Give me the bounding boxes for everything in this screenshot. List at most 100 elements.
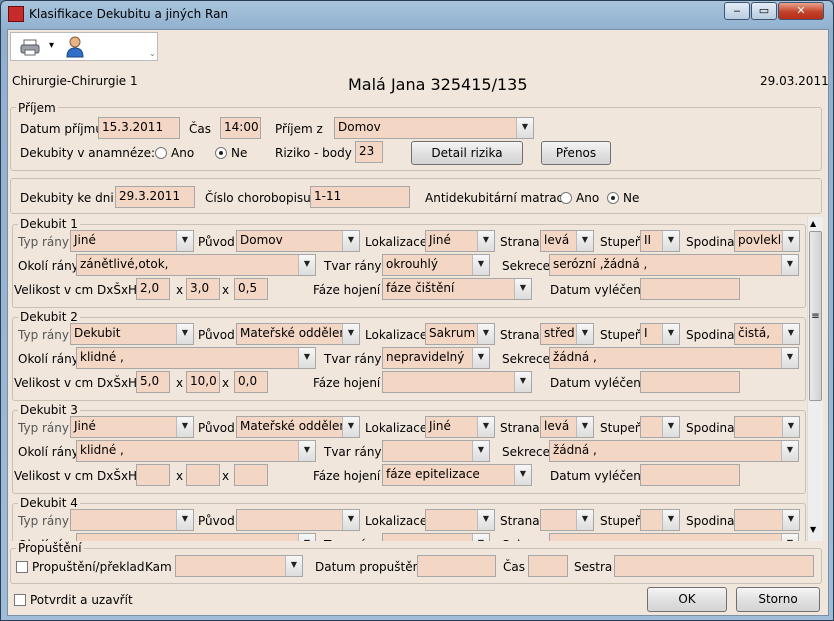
chevron-down-icon[interactable]: ▼ [342, 510, 359, 530]
printer-icon[interactable] [19, 38, 41, 56]
typ-rany-select[interactable]: Dekubit ▼ [70, 323, 194, 345]
chevron-down-icon[interactable]: ▼ [176, 324, 193, 344]
chevron-down-icon[interactable]: ▼ [285, 556, 302, 576]
spodina-select[interactable]: ▼ [734, 416, 800, 438]
chevron-down-icon[interactable]: ▼ [781, 348, 798, 368]
toolbar-overflow-icon[interactable]: ⌄ [149, 49, 156, 58]
sekrece-select[interactable]: ▼ [549, 533, 799, 541]
chorobopis-field[interactable]: 1-11 [310, 186, 410, 208]
minimize-button[interactable]: ‒ [724, 2, 750, 20]
propusteni-cas-field[interactable] [528, 555, 568, 577]
prenos-button[interactable]: Přenos [541, 141, 611, 165]
chevron-down-icon[interactable]: ▼ [298, 441, 315, 461]
ok-button[interactable]: OK [647, 587, 727, 612]
scroll-thumb[interactable]: ≡ [809, 231, 822, 401]
prijem-z-select[interactable]: Domov ▼ [334, 117, 534, 139]
riziko-field[interactable]: 23 [355, 141, 383, 163]
chevron-down-icon[interactable]: ▼ [477, 231, 494, 251]
chevron-down-icon[interactable]: ▼ [342, 231, 359, 251]
chevron-down-icon[interactable]: ▼ [514, 465, 531, 485]
chevron-down-icon[interactable]: ▼ [342, 324, 359, 344]
user-icon[interactable] [65, 36, 85, 58]
stupen-select[interactable]: ▼ [640, 416, 680, 438]
chevron-down-icon[interactable]: ▼ [576, 417, 593, 437]
sekrece-select[interactable]: žádná , ▼ [549, 440, 799, 462]
matrace-ne-radio[interactable] [607, 192, 619, 204]
chevron-down-icon[interactable]: ▼ [782, 417, 799, 437]
stupen-select[interactable]: I ▼ [640, 323, 680, 345]
sirka-field[interactable]: 3,0 [186, 278, 220, 300]
datum-vyleceni-field[interactable] [640, 278, 740, 300]
strana-select[interactable]: střed ▼ [540, 323, 594, 345]
okoli-rany-select[interactable]: klidné , ▼ [76, 440, 316, 462]
chevron-down-icon[interactable]: ▼ [472, 534, 489, 541]
title-bar[interactable]: Klasifikace Dekubitu a jiných Ran ‒ ▭ ✕ [1, 1, 833, 27]
detail-rizika-button[interactable]: Detail rizika [411, 141, 523, 165]
chevron-down-icon[interactable]: ▼ [176, 417, 193, 437]
chevron-down-icon[interactable]: ▼ [782, 324, 799, 344]
chevron-down-icon[interactable]: ▼ [472, 441, 489, 461]
puvod-select[interactable]: Mateřské oddělení ▼ [236, 323, 360, 345]
lokalizace-select[interactable]: Jiné ▼ [425, 230, 495, 252]
faze-hojeni-select[interactable]: fáze čištění ▼ [382, 278, 532, 300]
chevron-down-icon[interactable]: ▼ [514, 279, 531, 299]
wounds-scroll-area[interactable]: Dekubit 1 Typ rány Jiné ▼ Původ Domov ▼ Lokaliz… [10, 217, 828, 541]
strana-select[interactable]: levá ▼ [540, 230, 594, 252]
ke-dni-field[interactable]: 29.3.2011 [115, 186, 195, 208]
chevron-down-icon[interactable]: ▼ [514, 372, 531, 392]
chevron-down-icon[interactable]: ▼ [477, 417, 494, 437]
lokalizace-select[interactable]: Jiné ▼ [425, 416, 495, 438]
cas-field[interactable]: 14:00 [220, 117, 261, 139]
puvod-select[interactable]: Mateřské oddělení ▼ [236, 416, 360, 438]
chevron-down-icon[interactable]: ▼ [516, 118, 533, 138]
datum-prijmu-field[interactable]: 15.3.2011 [98, 117, 180, 139]
matrace-ano-radio[interactable] [560, 192, 572, 204]
chevron-down-icon[interactable]: ▼ [477, 324, 494, 344]
scroll-down-icon[interactable]: ▼ [810, 525, 816, 534]
chevron-down-icon[interactable]: ▼ [662, 231, 679, 251]
datum-vyleceni-field[interactable] [640, 464, 740, 486]
typ-rany-select[interactable]: ▼ [70, 509, 194, 531]
stupen-select[interactable]: ▼ [640, 509, 680, 531]
kam-select[interactable]: ▼ [175, 555, 303, 577]
chevron-down-icon[interactable]: ▼ [477, 510, 494, 530]
chevron-down-icon[interactable]: ▼ [662, 324, 679, 344]
strana-select[interactable]: levá ▼ [540, 416, 594, 438]
chevron-down-icon[interactable]: ▼ [472, 255, 489, 275]
chevron-down-icon[interactable]: ▼ [782, 510, 799, 530]
close-button[interactable]: ✕ [778, 2, 824, 20]
scroll-up-icon[interactable]: ▲ [810, 219, 816, 228]
sekrece-select[interactable]: serózní ,žádná , ▼ [549, 254, 799, 276]
chevron-down-icon[interactable]: ▼ [782, 231, 799, 251]
chevron-down-icon[interactable]: ▼ [662, 510, 679, 530]
chevron-down-icon[interactable]: ▼ [781, 441, 798, 461]
lokalizace-select[interactable]: Sakrum ▼ [425, 323, 495, 345]
sestra-field[interactable] [614, 555, 814, 577]
vertical-scrollbar[interactable]: ▲ ≡ ▼ [807, 217, 823, 541]
spodina-select[interactable]: povlekla ▼ [734, 230, 800, 252]
hloubka-field[interactable]: 0,5 [234, 278, 268, 300]
spodina-select[interactable]: ▼ [734, 509, 800, 531]
tvar-rany-select[interactable]: okrouhlý ▼ [382, 254, 490, 276]
datum-vyleceni-field[interactable] [640, 371, 740, 393]
okoli-rany-select[interactable]: zánětlivé,otok, ▼ [76, 254, 316, 276]
chevron-down-icon[interactable]: ▼ [176, 510, 193, 530]
chevron-down-icon[interactable]: ▼ [298, 255, 315, 275]
chevron-down-icon[interactable]: ▼ [576, 324, 593, 344]
delka-field[interactable]: 5,0 [136, 371, 170, 393]
datum-propusteni-field[interactable] [417, 555, 496, 577]
sekrece-select[interactable]: žádná , ▼ [549, 347, 799, 369]
chevron-down-icon[interactable]: ▼ [662, 417, 679, 437]
propusteni-checkbox[interactable] [16, 561, 28, 573]
typ-rany-select[interactable]: Jiné ▼ [70, 416, 194, 438]
sirka-field[interactable]: 10,0 [186, 371, 220, 393]
anamneza-ne-radio[interactable] [215, 147, 227, 159]
chevron-down-icon[interactable]: ▼ [472, 348, 489, 368]
chevron-down-icon[interactable]: ▼ [176, 231, 193, 251]
okoli-rany-select[interactable]: klidné , ▼ [76, 347, 316, 369]
lokalizace-select[interactable]: ▼ [425, 509, 495, 531]
hloubka-field[interactable]: 0,0 [234, 371, 268, 393]
storno-button[interactable]: Storno [736, 587, 820, 612]
okoli-rany-select[interactable]: ▼ [76, 533, 316, 541]
chevron-down-icon[interactable]: ▼ [576, 231, 593, 251]
